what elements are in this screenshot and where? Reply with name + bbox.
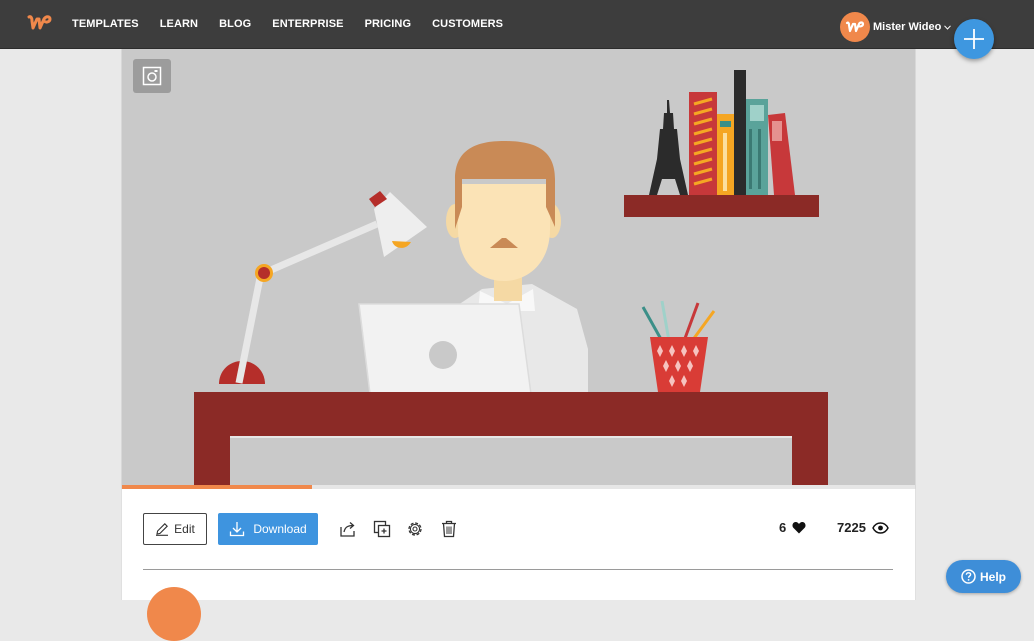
- nav-blog[interactable]: BLOG: [219, 18, 251, 30]
- main-nav: TEMPLATES LEARN BLOG ENTERPRISE PRICING …: [72, 0, 524, 48]
- question-icon: [961, 569, 976, 584]
- edit-button[interactable]: Edit: [143, 513, 207, 545]
- views-count: 7225: [837, 520, 866, 535]
- duplicate-icon: [373, 520, 391, 538]
- snapshot-icon: [142, 66, 162, 86]
- author-avatar[interactable]: [147, 587, 201, 641]
- heart-icon: [792, 521, 806, 534]
- video-actions-panel: Edit Download 6 7225: [121, 489, 916, 641]
- settings-button[interactable]: [405, 519, 425, 539]
- likes-count: 6: [779, 520, 787, 535]
- user-avatar: [840, 12, 870, 42]
- edit-button-label: Edit: [174, 522, 195, 536]
- nav-enterprise[interactable]: ENTERPRISE: [272, 18, 343, 30]
- help-label: Help: [979, 569, 1006, 584]
- download-button[interactable]: Download: [218, 513, 318, 545]
- delete-button[interactable]: [439, 519, 459, 539]
- share-button[interactable]: [338, 519, 358, 539]
- snapshot-button[interactable]: [133, 59, 171, 93]
- trash-icon: [442, 520, 456, 538]
- eye-icon: [872, 521, 889, 534]
- user-name: Mister Wideo: [873, 21, 942, 33]
- views-counter: 7225: [837, 520, 889, 535]
- top-navigation-bar: TEMPLATES LEARN BLOG ENTERPRISE PRICING …: [0, 0, 1034, 49]
- share-icon: [340, 522, 355, 537]
- nav-templates[interactable]: TEMPLATES: [72, 18, 139, 30]
- nav-pricing[interactable]: PRICING: [365, 18, 412, 30]
- video-frame-illustration: [194, 70, 828, 485]
- gear-icon: [408, 522, 422, 536]
- panel-divider: [143, 569, 893, 570]
- plus-icon: [964, 29, 984, 49]
- nav-customers[interactable]: CUSTOMERS: [432, 18, 503, 30]
- chevron-down-icon: [944, 24, 952, 30]
- nav-learn[interactable]: LEARN: [160, 18, 198, 30]
- wideo-logo-icon[interactable]: [24, 8, 56, 38]
- download-button-label: Download: [253, 522, 307, 536]
- likes-counter[interactable]: 6: [779, 520, 806, 535]
- create-button[interactable]: [954, 19, 994, 59]
- download-icon: [230, 522, 245, 537]
- duplicate-button[interactable]: [372, 519, 392, 539]
- video-preview[interactable]: [121, 49, 916, 489]
- help-button[interactable]: Help: [946, 560, 1021, 593]
- pencil-icon: [156, 523, 169, 536]
- user-menu[interactable]: Mister Wideo: [840, 11, 952, 43]
